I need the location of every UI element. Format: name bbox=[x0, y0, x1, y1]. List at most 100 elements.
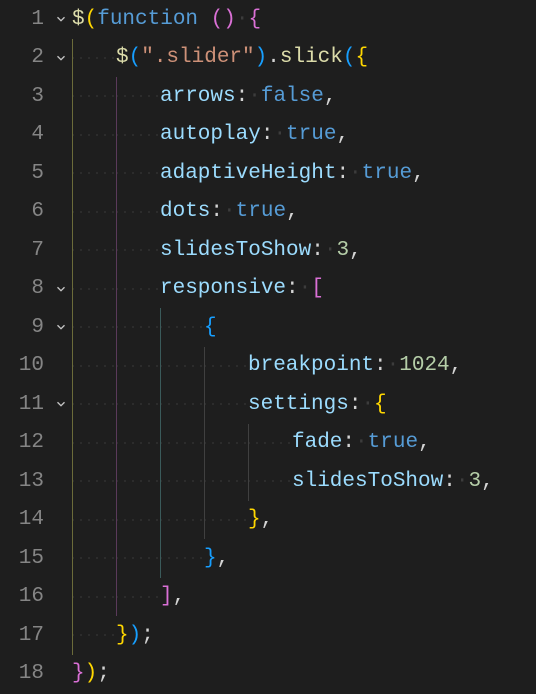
code-line[interactable]: 18}); bbox=[0, 655, 536, 694]
code-line[interactable]: 9{ bbox=[0, 308, 536, 347]
code-content[interactable]: breakpoint:·1024, bbox=[72, 347, 462, 386]
line-number[interactable]: 7 bbox=[0, 240, 50, 261]
code-content[interactable]: $(".slider").slick({ bbox=[72, 39, 368, 78]
code-line[interactable]: 12 fade:·true, bbox=[0, 424, 536, 463]
code-content[interactable]: slidesToShow:·3, bbox=[72, 231, 362, 270]
token-br2: { bbox=[248, 9, 261, 30]
token-prop: arrows bbox=[160, 86, 236, 107]
code-content[interactable]: ], bbox=[72, 578, 185, 617]
code-content[interactable]: autoplay:·true, bbox=[72, 116, 349, 155]
token-br2: } bbox=[72, 663, 85, 684]
token-pn: : bbox=[374, 355, 387, 376]
line-number[interactable]: 9 bbox=[0, 317, 50, 338]
code-line[interactable]: 15}, bbox=[0, 539, 536, 578]
code-content[interactable]: }); bbox=[72, 616, 154, 655]
line-number[interactable]: 15 bbox=[0, 548, 50, 569]
code-content[interactable]: slidesToShow:·3, bbox=[72, 462, 494, 501]
indent-guides bbox=[72, 39, 116, 78]
indent-guides bbox=[72, 270, 160, 309]
token-ws: · bbox=[456, 471, 469, 492]
line-number[interactable]: 6 bbox=[0, 201, 50, 222]
token-prop: dots bbox=[160, 201, 210, 222]
code-line[interactable]: 7 slidesToShow:·3, bbox=[0, 231, 536, 270]
code-line[interactable]: 16], bbox=[0, 578, 536, 617]
line-number[interactable]: 5 bbox=[0, 163, 50, 184]
code-line[interactable]: 2 $(".slider").slick({ bbox=[0, 39, 536, 78]
token-kw: function bbox=[97, 9, 210, 30]
code-line[interactable]: 11 settings:·{ bbox=[0, 385, 536, 424]
token-pn: : bbox=[236, 86, 249, 107]
code-line[interactable]: 6 dots:·true, bbox=[0, 193, 536, 232]
token-br1: } bbox=[248, 509, 261, 530]
token-br3: ) bbox=[129, 625, 142, 646]
fold-toggle[interactable] bbox=[50, 282, 72, 296]
token-prop: slidesToShow bbox=[292, 471, 443, 492]
code-content[interactable]: { bbox=[72, 308, 217, 347]
line-number[interactable]: 2 bbox=[0, 47, 50, 68]
token-br1: { bbox=[374, 394, 387, 415]
indent-guides bbox=[72, 193, 160, 232]
fold-toggle[interactable] bbox=[50, 51, 72, 65]
token-ws: · bbox=[223, 201, 236, 222]
token-pn: . bbox=[267, 47, 280, 68]
token-br2: [ bbox=[311, 278, 324, 299]
line-number[interactable]: 1 bbox=[0, 9, 50, 30]
token-str: ".slider" bbox=[141, 47, 254, 68]
code-content[interactable]: arrows:·false, bbox=[72, 77, 336, 116]
code-content[interactable]: settings:·{ bbox=[72, 385, 387, 424]
chevron-down-icon bbox=[54, 51, 68, 65]
code-line[interactable]: 3 arrows:·false, bbox=[0, 77, 536, 116]
line-number[interactable]: 4 bbox=[0, 124, 50, 145]
indent-guides bbox=[72, 462, 292, 501]
token-ws: · bbox=[324, 240, 337, 261]
code-line[interactable]: 17}); bbox=[0, 616, 536, 655]
code-content[interactable]: }, bbox=[72, 539, 229, 578]
code-content[interactable]: adaptiveHeight:·true, bbox=[72, 154, 425, 193]
indent-guides bbox=[72, 616, 116, 655]
fold-toggle[interactable] bbox=[50, 12, 72, 26]
code-editor[interactable]: 1 $(function ()·{ 2 $(".slider").slick({ 3 ar… bbox=[0, 0, 536, 693]
line-number[interactable]: 11 bbox=[0, 394, 50, 415]
line-number[interactable]: 18 bbox=[0, 663, 50, 684]
code-line[interactable]: 5 adaptiveHeight:·true, bbox=[0, 154, 536, 193]
code-content[interactable]: dots:·true, bbox=[72, 193, 299, 232]
code-line[interactable]: 4 autoplay:·true, bbox=[0, 116, 536, 155]
token-prop: adaptiveHeight bbox=[160, 163, 336, 184]
code-line[interactable]: 10 breakpoint:·1024, bbox=[0, 347, 536, 386]
chevron-down-icon bbox=[54, 320, 68, 334]
token-num: 3 bbox=[336, 240, 349, 261]
line-number[interactable]: 16 bbox=[0, 586, 50, 607]
code-line[interactable]: 14}, bbox=[0, 501, 536, 540]
indent-guides bbox=[72, 424, 292, 463]
fold-toggle[interactable] bbox=[50, 320, 72, 334]
token-pn: : bbox=[443, 471, 456, 492]
token-pn: , bbox=[261, 509, 274, 530]
line-number[interactable]: 17 bbox=[0, 625, 50, 646]
token-br1: } bbox=[116, 625, 129, 646]
token-fn: slick bbox=[280, 47, 343, 68]
code-content[interactable]: fade:·true, bbox=[72, 424, 431, 463]
indent-guides bbox=[72, 385, 248, 424]
code-content[interactable]: responsive:·[ bbox=[72, 270, 324, 309]
code-line[interactable]: 8 responsive:·[ bbox=[0, 270, 536, 309]
line-number[interactable]: 13 bbox=[0, 471, 50, 492]
token-pn: , bbox=[349, 240, 362, 261]
token-br3: { bbox=[204, 317, 217, 338]
code-content[interactable]: }); bbox=[72, 663, 110, 684]
code-line[interactable]: 1 $(function ()·{ bbox=[0, 0, 536, 39]
token-ws: · bbox=[236, 9, 249, 30]
line-number[interactable]: 3 bbox=[0, 86, 50, 107]
code-content[interactable]: $(function ()·{ bbox=[72, 9, 261, 30]
line-number[interactable]: 8 bbox=[0, 278, 50, 299]
fold-toggle[interactable] bbox=[50, 397, 72, 411]
line-number[interactable]: 14 bbox=[0, 509, 50, 530]
chevron-down-icon bbox=[54, 282, 68, 296]
token-bool: true bbox=[362, 163, 412, 184]
token-pn: , bbox=[324, 86, 337, 107]
line-number[interactable]: 12 bbox=[0, 432, 50, 453]
line-number[interactable]: 10 bbox=[0, 355, 50, 376]
token-ws: · bbox=[273, 124, 286, 145]
code-line[interactable]: 13 slidesToShow:·3, bbox=[0, 462, 536, 501]
code-content[interactable]: }, bbox=[72, 501, 273, 540]
token-pn: ; bbox=[97, 663, 110, 684]
